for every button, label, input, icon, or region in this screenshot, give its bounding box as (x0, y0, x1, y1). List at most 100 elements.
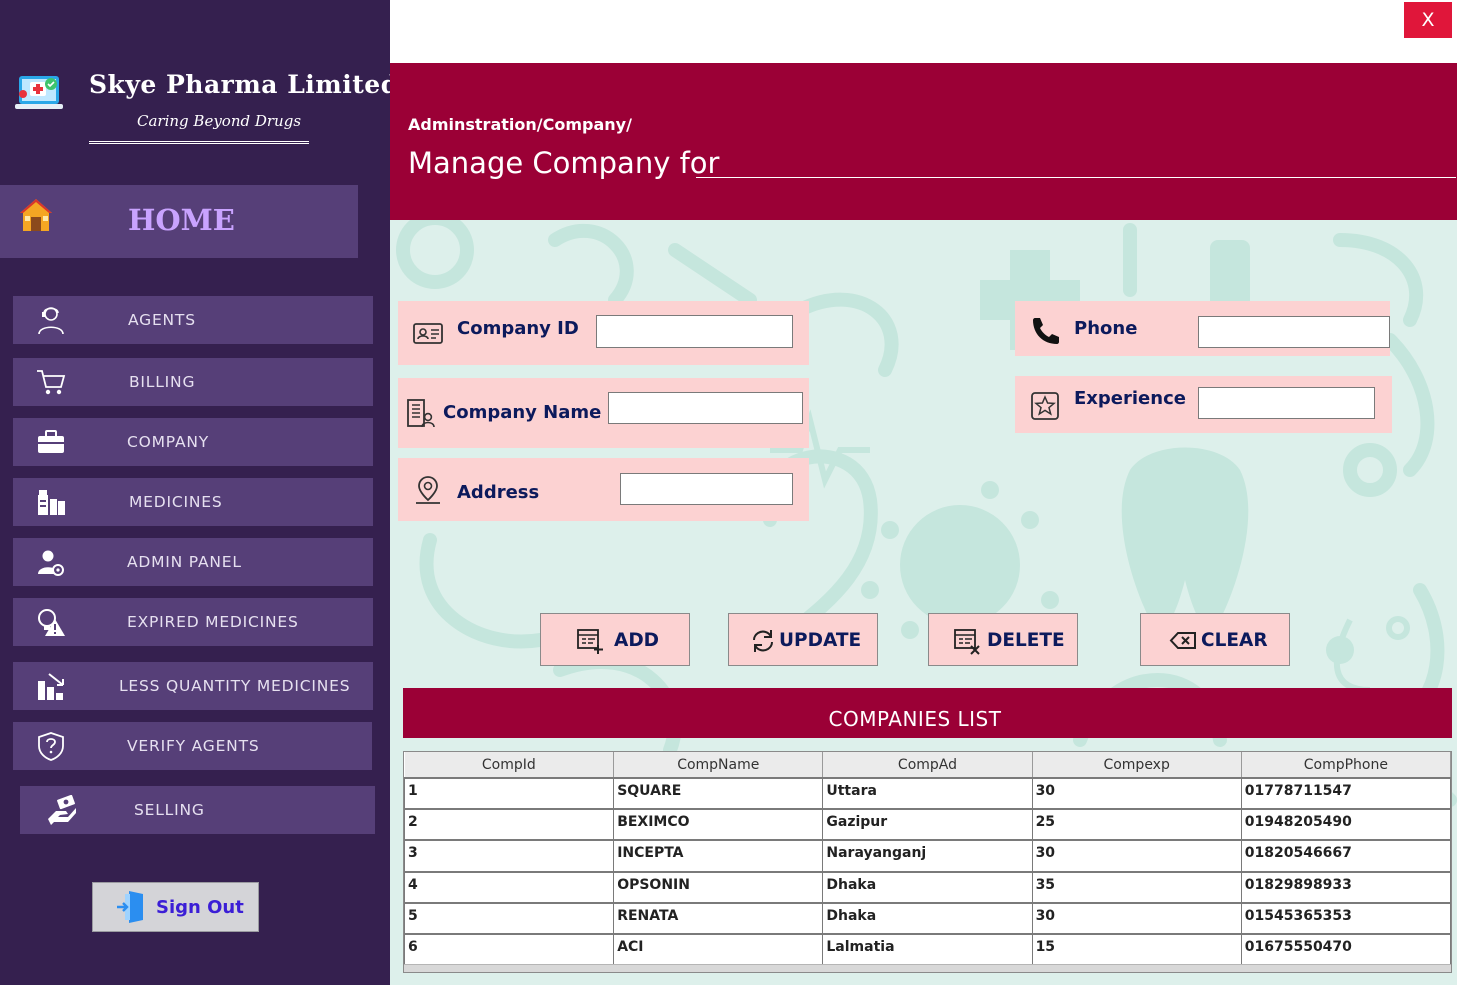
table-cell[interactable]: 15 (1031, 932, 1242, 966)
sidebar-item-verify-agents[interactable]: VERIFY AGENTS (13, 722, 372, 770)
company-building-icon (407, 399, 435, 428)
table-cell[interactable]: 01675550470 (1240, 932, 1452, 966)
table-cell[interactable]: Gazipur (822, 808, 1033, 841)
table-cell[interactable]: RENATA (613, 901, 824, 935)
brand-title: Skye Pharma Limited (89, 70, 399, 99)
companies-table-container: CompId CompName CompAd Compexp CompPhone… (403, 751, 1452, 973)
company-name-label: Company Name (443, 402, 602, 423)
location-pin-icon (416, 476, 440, 504)
table-cell[interactable]: SQUARE (613, 776, 824, 810)
brand-tagline: Caring Beyond Drugs (137, 112, 302, 130)
page-header: Adminstration/Company/ Manage Company fo… (390, 63, 1457, 220)
add-button[interactable]: ADD (540, 613, 690, 666)
table-cell[interactable]: 3 (403, 839, 615, 873)
sidebar-item-selling[interactable]: SELLING (20, 786, 375, 834)
column-header-compphone[interactable]: CompPhone (1241, 752, 1452, 779)
phone-label: Phone (1074, 318, 1138, 339)
sidebar-item-label: SELLING (134, 801, 205, 819)
clear-button[interactable]: CLEAR (1140, 613, 1290, 666)
backspace-clear-icon (1169, 632, 1196, 649)
table-cell[interactable]: 01829898933 (1240, 870, 1452, 904)
table-row[interactable]: 6 ACI Lalmatia 15 01675550470 (403, 932, 1452, 966)
table-cell[interactable]: Narayanganj (822, 839, 1033, 873)
cart-icon (37, 370, 66, 395)
table-cell[interactable]: 6 (403, 932, 615, 966)
company-id-label: Company ID (457, 318, 579, 339)
column-header-compad[interactable]: CompAd (822, 752, 1033, 779)
briefcase-icon (38, 430, 64, 453)
update-button[interactable]: UPDATE (728, 613, 878, 666)
table-cell[interactable]: Uttara (822, 776, 1033, 810)
table-cell[interactable]: 5 (403, 901, 615, 935)
warning-bulb-icon (38, 609, 65, 636)
sign-out-button[interactable]: Sign Out (92, 882, 259, 932)
sidebar-item-label: BILLING (129, 373, 196, 391)
horizontal-scrollbar[interactable] (404, 964, 1451, 972)
sign-out-label: Sign Out (156, 897, 244, 918)
table-cell[interactable]: 2 (403, 808, 615, 841)
phone-input[interactable] (1198, 316, 1390, 348)
table-cell[interactable]: 35 (1031, 870, 1242, 904)
table-cell[interactable]: 01778711547 (1240, 776, 1452, 810)
table-cell[interactable]: Lalmatia (822, 932, 1033, 966)
sidebar: Skye Pharma Limited Caring Beyond Drugs … (0, 0, 398, 985)
home-icon (20, 199, 52, 231)
table-row[interactable]: 4 OPSONIN Dhaka 35 01829898933 (403, 870, 1452, 904)
company-id-panel: Company ID (398, 301, 809, 365)
column-header-compid[interactable]: CompId (404, 752, 615, 779)
sidebar-item-expired-medicines[interactable]: EXPIRED MEDICINES (13, 598, 373, 646)
close-button[interactable]: X (1404, 2, 1452, 38)
sidebar-item-admin-panel[interactable]: ADMIN PANEL (13, 538, 373, 586)
sidebar-item-less-quantity-medicines[interactable]: LESS QUANTITY MEDICINES (13, 662, 373, 710)
table-cell[interactable]: ACI (613, 932, 824, 966)
table-cell[interactable]: 25 (1031, 808, 1242, 841)
update-label: UPDATE (779, 630, 862, 651)
sidebar-item-label: LESS QUANTITY MEDICINES (119, 677, 351, 695)
brand-underline (89, 141, 309, 144)
home-button[interactable]: HOME (0, 185, 358, 258)
table-cell[interactable]: 01545365353 (1240, 901, 1452, 935)
table-cell[interactable]: 30 (1031, 776, 1242, 810)
sidebar-item-label: VERIFY AGENTS (127, 737, 260, 755)
delete-button[interactable]: DELETE (928, 613, 1078, 666)
home-label: HOME (128, 203, 235, 237)
company-id-input[interactable] (596, 315, 793, 348)
table-cell[interactable]: Dhaka (822, 870, 1033, 904)
phone-icon (1033, 318, 1059, 344)
column-header-compexp[interactable]: Compexp (1032, 752, 1242, 779)
table-cell[interactable]: 4 (403, 870, 615, 904)
star-badge-icon (1031, 392, 1059, 420)
company-name-input[interactable] (608, 392, 803, 424)
sidebar-item-label: MEDICINES (129, 493, 223, 511)
address-input[interactable] (620, 473, 793, 505)
sign-out-icon (117, 891, 143, 923)
sidebar-item-agents[interactable]: AGENTS (13, 296, 373, 344)
company-name-panel: Company Name (398, 378, 809, 448)
table-cell[interactable]: INCEPTA (613, 839, 824, 873)
table-cell[interactable]: 1 (403, 776, 615, 810)
add-label: ADD (614, 630, 660, 651)
sidebar-item-company[interactable]: COMPANY (13, 418, 373, 466)
table-cell[interactable]: Dhaka (822, 901, 1033, 935)
table-row[interactable]: 2 BEXIMCO Gazipur 25 01948205490 (403, 808, 1452, 841)
table-cell[interactable]: BEXIMCO (613, 808, 824, 841)
sidebar-item-medicines[interactable]: MEDICINES (13, 478, 373, 526)
delete-label: DELETE (987, 630, 1065, 651)
sidebar-item-label: AGENTS (128, 311, 196, 329)
add-list-icon (577, 629, 603, 654)
table-row[interactable]: 3 INCEPTA Narayanganj 30 01820546667 (403, 839, 1452, 873)
sidebar-item-billing[interactable]: BILLING (13, 358, 373, 406)
user-gear-icon (38, 550, 64, 576)
table-cell[interactable]: 01820546667 (1240, 839, 1452, 873)
experience-input[interactable] (1198, 387, 1375, 419)
table-cell[interactable]: 01948205490 (1240, 808, 1452, 841)
table-cell[interactable]: 30 (1031, 839, 1242, 873)
table-cell[interactable]: 30 (1031, 901, 1242, 935)
table-cell[interactable]: OPSONIN (613, 870, 824, 904)
table-row[interactable]: 5 RENATA Dhaka 30 01545365353 (403, 901, 1452, 935)
title-underline (696, 177, 1456, 178)
sidebar-item-label: EXPIRED MEDICINES (127, 613, 299, 631)
table-row[interactable]: 1 SQUARE Uttara 30 01778711547 (403, 776, 1452, 810)
column-header-compname[interactable]: CompName (613, 752, 824, 779)
companies-table: CompId CompName CompAd Compexp CompPhone… (403, 752, 1452, 966)
